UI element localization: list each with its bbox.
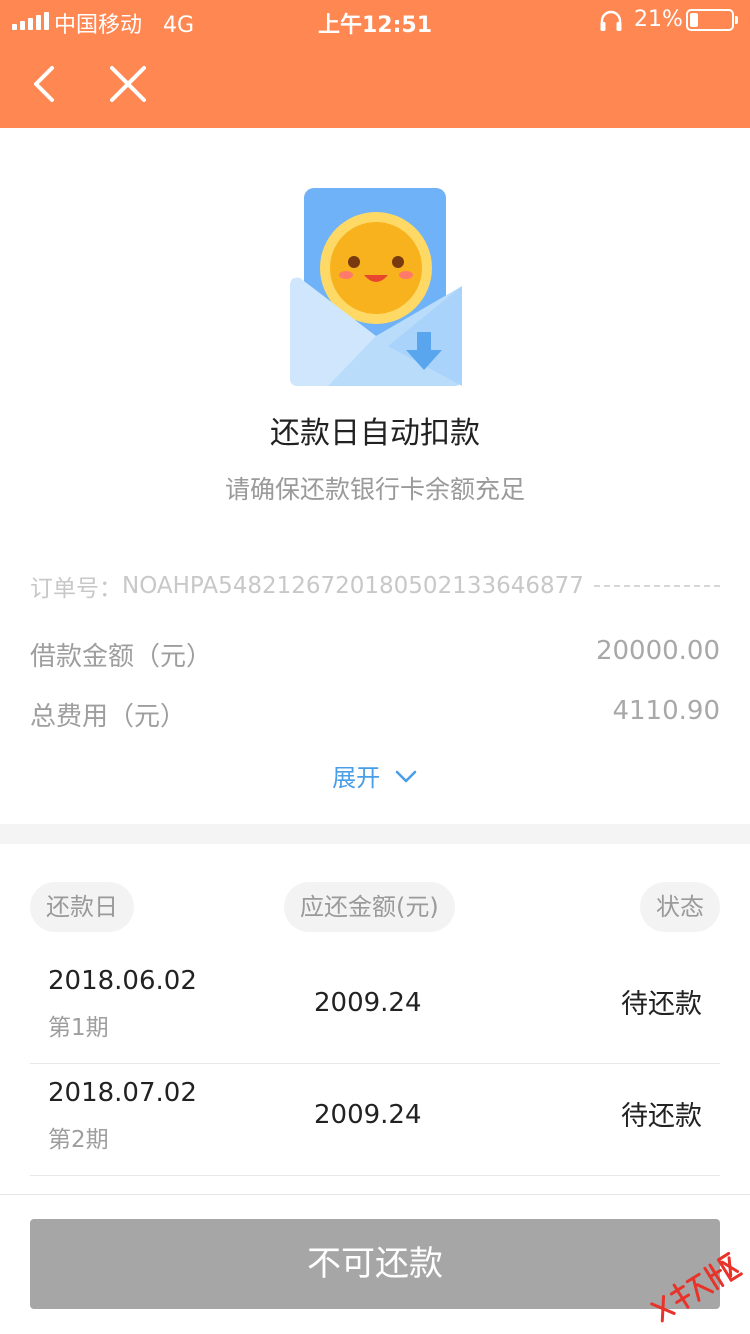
status-bar: 中国移动 4G 上午12:51 21% (0, 0, 750, 42)
repay-status: 待还款 (621, 989, 702, 1020)
column-header-status: 状态 (640, 882, 720, 932)
chevron-down-icon (395, 770, 417, 782)
order-number-label: 订单号： (30, 576, 122, 602)
footer-divider (0, 1194, 750, 1195)
repay-date: 2018.07.02 (48, 1078, 197, 1108)
column-header-date: 还款日 (30, 882, 134, 932)
repay-button[interactable]: 不可还款 (30, 1219, 720, 1309)
total-fee-row: 总费用（元） 4110.90 (30, 696, 720, 736)
repay-date: 2018.06.02 (48, 966, 197, 996)
total-fee-value: 4110.90 (612, 696, 720, 726)
loan-amount-row: 借款金额（元） 20000.00 (30, 636, 720, 676)
battery-icon (686, 9, 738, 31)
section-divider (0, 824, 750, 844)
expand-label: 展开 (332, 764, 381, 792)
order-number-value: NOAHPA548212672018050213364687​7 (122, 573, 584, 599)
table-row: 2018.07.02 第2期 2009.24 待还款 (30, 1064, 720, 1176)
envelope-smiley-icon (290, 188, 462, 386)
auto-debit-title: 还款日自动扣款 (270, 416, 480, 451)
auto-debit-subtitle: 请确保还款银行卡余额充足 (224, 475, 525, 504)
close-icon[interactable] (106, 62, 150, 106)
repay-amount: 2009.24 (314, 988, 422, 1018)
dashed-divider (593, 585, 720, 587)
table-header: 还款日 应还金额(元) 状态 (30, 882, 720, 932)
repay-status: 待还款 (621, 1101, 702, 1132)
expand-button[interactable]: 展开 (0, 758, 750, 793)
order-number-row: 订单号： NOAHPA548212672018050213364687​7 (30, 569, 720, 603)
loan-amount-value: 20000.00 (595, 636, 720, 666)
battery-percent: 21% (634, 7, 683, 32)
repay-period: 第2期 (48, 1127, 109, 1153)
total-fee-label: 总费用（元） (30, 702, 187, 732)
table-row: 2018.06.02 第1期 2009.24 待还款 (30, 952, 720, 1064)
loan-amount-label: 借款金额（元） (30, 642, 213, 672)
headphone-icon (600, 10, 622, 31)
repay-amount: 2009.24 (314, 1100, 422, 1130)
battery-level (690, 13, 698, 27)
app-screen: 中国移动 4G 上午12:51 21% 还款日自动扣款 请确保还款银行卡余额充足… (0, 0, 750, 1334)
chevron-left-icon[interactable] (28, 62, 68, 106)
column-header-amount: 应还金额(元) (284, 882, 455, 932)
top-bar: 中国移动 4G 上午12:51 21% (0, 0, 750, 128)
repay-period: 第1期 (48, 1015, 109, 1041)
